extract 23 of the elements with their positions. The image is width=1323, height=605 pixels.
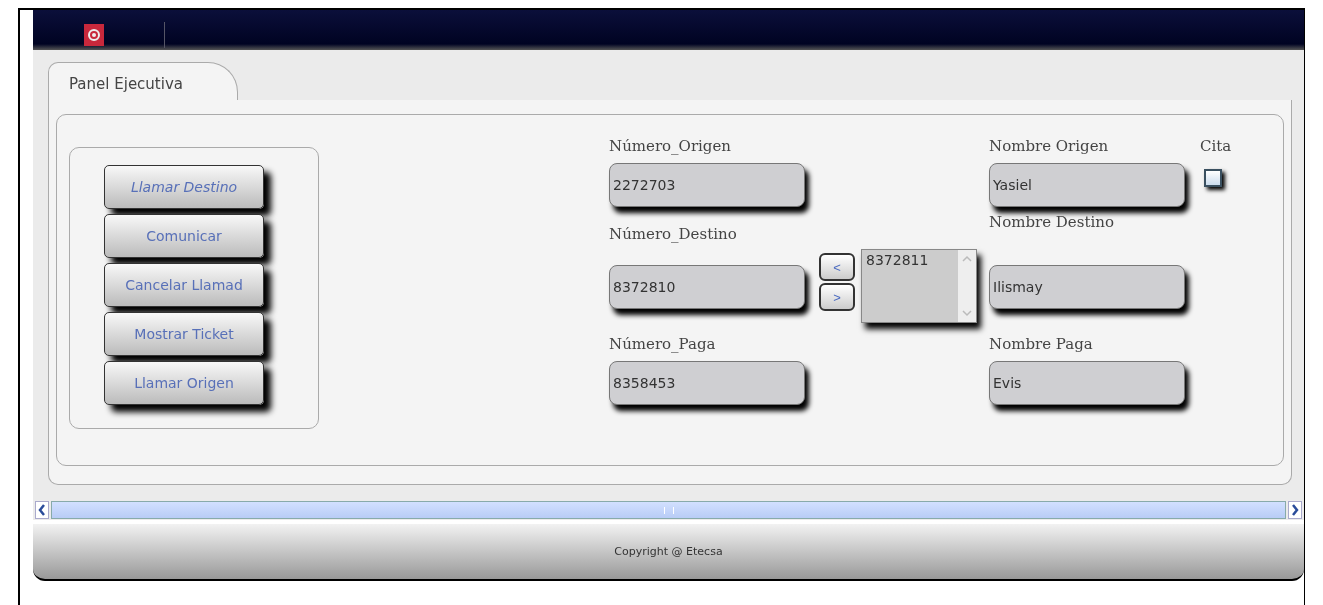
input-field[interactable]: 8372810	[609, 265, 805, 309]
field-label: Nombre Destino	[989, 213, 1115, 233]
move-button[interactable]: >	[819, 283, 855, 311]
move-button[interactable]: <	[819, 253, 855, 281]
list-item[interactable]: 8372811	[866, 252, 929, 268]
logo-icon	[84, 24, 104, 46]
field-label: Nombre Origen	[989, 137, 1110, 157]
input-field[interactable]: Yasiel	[989, 163, 1185, 207]
horizontal-scroll-bar[interactable]	[33, 500, 1304, 520]
checkbox[interactable]	[1204, 169, 1222, 187]
checkbox-label: Cita	[1200, 137, 1232, 157]
scroll-bar[interactable]	[958, 250, 976, 322]
copyright-text: Copyright @ Etecsa	[614, 545, 723, 558]
tab[interactable]: Panel Ejecutiva	[48, 62, 238, 100]
input-field[interactable]: Ilismay	[989, 265, 1185, 309]
field-label: Número_Paga	[609, 335, 717, 355]
list-box[interactable]: 8372811	[861, 249, 977, 323]
field-label: Número_Destino	[609, 225, 738, 245]
input-field[interactable]: Evis	[989, 361, 1185, 405]
input-field[interactable]: 8358453	[609, 361, 805, 405]
field-label: Nombre Paga	[989, 335, 1094, 355]
field-label: Número_Origen	[609, 137, 732, 157]
input-field[interactable]: 2272703	[609, 163, 805, 207]
